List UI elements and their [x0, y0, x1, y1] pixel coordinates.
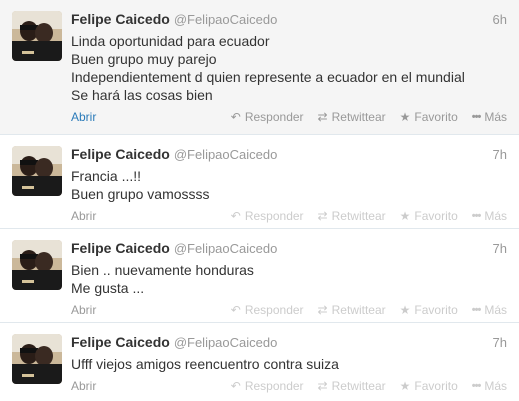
tweet-author-username[interactable]: @FelipaoCaicedo	[174, 335, 278, 350]
more-button[interactable]: ••• Más	[472, 209, 507, 223]
more-label: Más	[484, 379, 507, 393]
tweet-timeline: Felipe Caicedo @FelipaoCaicedo 6h Linda o…	[0, 0, 519, 401]
more-dots-icon: •••	[471, 380, 482, 392]
reply-button[interactable]: ↶ Responder	[231, 303, 304, 317]
more-dots-icon: •••	[471, 304, 482, 316]
more-dots-icon: •••	[471, 210, 482, 222]
star-icon: ★	[399, 303, 411, 317]
favorite-label: Favorito	[414, 209, 458, 223]
retweet-button[interactable]: ⇄ Retwittear	[318, 303, 386, 317]
favorite-label: Favorito	[414, 303, 458, 317]
reply-icon: ↶	[230, 303, 241, 317]
tweet[interactable]: Felipe Caicedo @FelipaoCaicedo 6h Linda o…	[0, 0, 519, 135]
more-button[interactable]: ••• Más	[472, 379, 507, 393]
avatar[interactable]	[12, 240, 62, 290]
expand-link[interactable]: Abrir	[71, 303, 96, 317]
star-icon: ★	[399, 209, 411, 223]
tweet-actions: ↶ Responder ⇄ Retwittear ★ Favorito ••• Más	[217, 303, 507, 317]
reply-icon: ↶	[230, 110, 241, 124]
tweet-author-name[interactable]: Felipe Caicedo	[71, 334, 170, 350]
avatar[interactable]	[12, 11, 62, 61]
favorite-button[interactable]: ★ Favorito	[400, 379, 458, 393]
tweet-text-line: Me gusta ...	[71, 280, 145, 296]
tweet-timestamp[interactable]: 7h	[493, 241, 507, 256]
more-label: Más	[484, 110, 507, 124]
retweet-label: Retwittear	[331, 379, 386, 393]
tweet-timestamp[interactable]: 7h	[493, 147, 507, 162]
tweet-text: Ufff viejos amigos reencuentro contra su…	[71, 355, 507, 373]
favorite-label: Favorito	[414, 379, 458, 393]
tweet-text: Bien .. nuevamente honduras Me gusta ...	[71, 261, 507, 297]
favorite-button[interactable]: ★ Favorito	[400, 209, 458, 223]
retweet-label: Retwittear	[331, 303, 386, 317]
retweet-label: Retwittear	[331, 209, 386, 223]
tweet-author-username[interactable]: @FelipaoCaicedo	[174, 12, 278, 27]
tweet-author-name[interactable]: Felipe Caicedo	[71, 240, 170, 256]
more-dots-icon: •••	[471, 111, 482, 123]
retweet-icon: ⇄	[317, 379, 328, 393]
tweet-text: Francia ...!! Buen grupo vamossss	[71, 167, 507, 203]
star-icon: ★	[399, 379, 411, 393]
reply-label: Responder	[244, 110, 304, 124]
tweet-actions: ↶ Responder ⇄ Retwittear ★ Favorito ••• Más	[217, 209, 507, 223]
expand-link[interactable]: Abrir	[71, 209, 96, 223]
reply-button[interactable]: ↶ Responder	[231, 209, 304, 223]
reply-label: Responder	[244, 379, 304, 393]
tweet-text-line: Se hará las cosas bien	[71, 87, 213, 103]
tweet-actions: ↶ Responder ⇄ Retwittear ★ Favorito ••• Más	[217, 110, 507, 124]
tweet-timestamp[interactable]: 6h	[493, 12, 507, 27]
more-label: Más	[484, 303, 507, 317]
tweet-author-name[interactable]: Felipe Caicedo	[71, 146, 170, 162]
tweet-text-line: Independientement d quien represente a e…	[71, 69, 465, 85]
tweet-text-line: Bien .. nuevamente honduras	[71, 262, 254, 278]
tweet-timestamp[interactable]: 7h	[493, 335, 507, 350]
retweet-label: Retwittear	[331, 110, 386, 124]
reply-button[interactable]: ↶ Responder	[231, 110, 304, 124]
favorite-label: Favorito	[414, 110, 458, 124]
retweet-icon: ⇄	[317, 303, 328, 317]
expand-link[interactable]: Abrir	[71, 110, 96, 124]
avatar[interactable]	[12, 146, 62, 196]
reply-icon: ↶	[230, 209, 241, 223]
tweet-author-username[interactable]: @FelipaoCaicedo	[174, 241, 278, 256]
tweet-text-line: Ufff viejos amigos reencuentro contra su…	[71, 356, 339, 372]
retweet-button[interactable]: ⇄ Retwittear	[318, 379, 386, 393]
retweet-button[interactable]: ⇄ Retwittear	[318, 110, 386, 124]
tweet-text: Linda oportunidad para ecuador Buen grup…	[71, 32, 507, 104]
tweet[interactable]: Felipe Caicedo @FelipaoCaicedo 7h Bien ..…	[0, 229, 519, 323]
tweet-text-line: Buen grupo muy parejo	[71, 51, 217, 67]
more-button[interactable]: ••• Más	[472, 303, 507, 317]
avatar[interactable]	[12, 334, 62, 384]
reply-label: Responder	[244, 303, 304, 317]
reply-label: Responder	[244, 209, 304, 223]
tweet[interactable]: Felipe Caicedo @FelipaoCaicedo 7h Francia…	[0, 135, 519, 229]
reply-button[interactable]: ↶ Responder	[231, 379, 304, 393]
tweet-text-line: Buen grupo vamossss	[71, 186, 210, 202]
retweet-icon: ⇄	[317, 209, 328, 223]
reply-icon: ↶	[230, 379, 241, 393]
tweet[interactable]: Felipe Caicedo @FelipaoCaicedo 7h Ufff vi…	[0, 323, 519, 401]
more-button[interactable]: ••• Más	[472, 110, 507, 124]
tweet-author-name[interactable]: Felipe Caicedo	[71, 11, 170, 27]
tweet-text-line: Francia ...!!	[71, 168, 142, 184]
retweet-icon: ⇄	[317, 110, 328, 124]
star-icon: ★	[399, 110, 411, 124]
favorite-button[interactable]: ★ Favorito	[400, 303, 458, 317]
expand-link[interactable]: Abrir	[71, 379, 96, 393]
retweet-button[interactable]: ⇄ Retwittear	[318, 209, 386, 223]
favorite-button[interactable]: ★ Favorito	[400, 110, 458, 124]
more-label: Más	[484, 209, 507, 223]
tweet-text-line: Linda oportunidad para ecuador	[71, 33, 270, 49]
tweet-author-username[interactable]: @FelipaoCaicedo	[174, 147, 278, 162]
tweet-actions: ↶ Responder ⇄ Retwittear ★ Favorito ••• Más	[217, 379, 507, 393]
